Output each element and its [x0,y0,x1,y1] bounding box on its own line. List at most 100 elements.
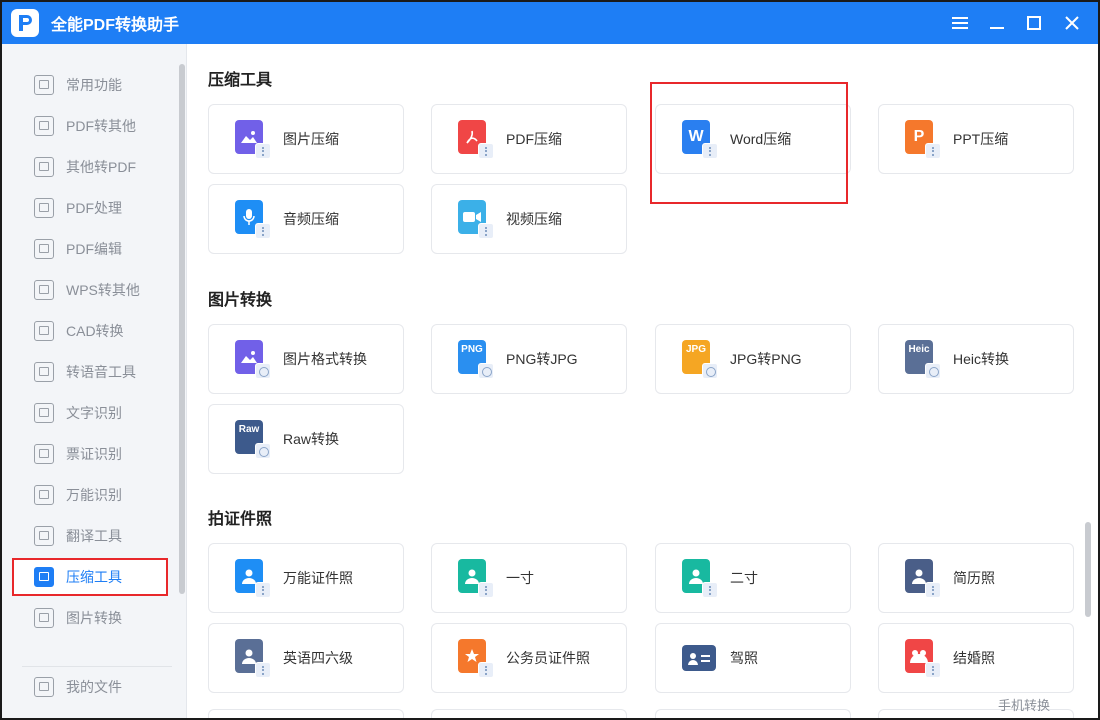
card-partial[interactable] [208,709,404,718]
sidebar-item-translate[interactable]: 翻译工具 [12,517,168,555]
one-inch-icon [458,559,494,598]
sidebar-item-other-to-pdf[interactable]: 其他转PDF [12,148,168,186]
card-label: Raw转换 [283,431,340,447]
card-resume-photo[interactable]: 简历照 [878,543,1074,613]
card-label: 公务员证件照 [506,650,590,666]
civil-servant-icon [458,639,494,678]
sidebar-item-universal-recog[interactable]: 万能识别 [12,476,168,514]
sidebar-item-cad[interactable]: CAD转换 [12,312,168,350]
pdf-compress-icon [458,120,494,159]
raw-icon: Raw [235,420,271,459]
pdf-edit-icon [34,239,54,259]
image-format-icon [235,340,271,379]
mobile-convert-link[interactable]: 手机转换 [998,695,1050,714]
card-civil-servant[interactable]: 公务员证件照 [431,623,627,693]
card-driver-license[interactable]: 驾照 [655,623,851,693]
sidebar-item-label: 常用功能 [66,77,122,93]
sidebar-item-label: 转语音工具 [66,364,136,380]
app-title: 全能PDF转换助手 [51,17,180,34]
audio-compress-icon [235,200,271,239]
image-convert-icon [34,608,54,628]
card-cet[interactable]: 英语四六级 [208,623,404,693]
two-inch-icon [682,559,718,598]
sidebar-item-ticket[interactable]: 票证识别 [12,435,168,473]
main-scrollbar[interactable] [1085,522,1091,617]
card-universal-id-photo[interactable]: 万能证件照 [208,543,404,613]
card-jpg-to-png[interactable]: JPG JPG转PNG [655,324,851,394]
card-audio-compress[interactable]: 音频压缩 [208,184,404,254]
card-one-inch[interactable]: 一寸 [431,543,627,613]
video-compress-icon [458,200,494,239]
card-word-compress[interactable]: W Word压缩 [655,104,851,174]
pdf-process-icon [34,198,54,218]
section-title-id-photo: 拍证件照 [208,511,273,528]
card-label: 一寸 [506,570,534,586]
sidebar-item-label: 翻译工具 [66,528,122,544]
card-pdf-compress[interactable]: PDF压缩 [431,104,627,174]
ppt-compress-icon: P [905,120,941,159]
card-partial[interactable] [431,709,627,718]
card-label: 图片格式转换 [283,351,367,367]
sidebar-item-wps[interactable]: WPS转其他 [12,271,168,309]
section-title-compress: 压缩工具 [208,72,273,89]
card-label: 二寸 [730,570,758,586]
card-label: Heic转换 [953,351,1010,367]
sidebar-item-voice[interactable]: 转语音工具 [12,353,168,391]
sidebar-item-my-files[interactable]: 我的文件 [12,668,168,706]
card-label: 英语四六级 [283,650,353,666]
sidebar-item-ocr[interactable]: 文字识别 [12,394,168,432]
sidebar-item-compress[interactable]: 压缩工具 [12,558,168,596]
sidebar-item-pdf-process[interactable]: PDF处理 [12,189,168,227]
sidebar-item-label: PDF转其他 [66,118,136,134]
ticket-icon [34,444,54,464]
card-two-inch[interactable]: 二寸 [655,543,851,613]
app-logo-icon [11,9,39,37]
card-label: 图片压缩 [283,131,339,147]
card-png-to-jpg[interactable]: PNG PNG转JPG [431,324,627,394]
wedding-photo-icon [905,639,941,678]
card-label: Word压缩 [730,131,792,147]
card-label: 音频压缩 [283,211,339,227]
word-compress-icon: W [682,120,718,159]
sidebar-divider [22,666,172,667]
sidebar-item-label: 万能识别 [66,487,122,503]
card-ppt-compress[interactable]: P PPT压缩 [878,104,1074,174]
cet-icon [235,639,271,678]
app-window: 全能PDF转换助手 常用功能 PDF转其他 其他转PDF PDF处理 PDF编辑… [2,2,1098,718]
main-content: 压缩工具 图片压缩 PDF压缩 W Word压缩 P PPT压缩 音频压缩 视频压缩… [188,44,1098,718]
jpg-icon: JPG [682,340,718,379]
sidebar-item-pdf-edit[interactable]: PDF编辑 [12,230,168,268]
sidebar-item-common[interactable]: 常用功能 [12,66,168,104]
sidebar-item-pdf-to-other[interactable]: PDF转其他 [12,107,168,145]
zip-icon [34,567,54,587]
sidebar-item-label: 票证识别 [66,446,122,462]
close-icon[interactable] [1060,11,1084,35]
card-wedding-photo[interactable]: 结婚照 [878,623,1074,693]
card-label: 结婚照 [953,650,995,666]
sidebar-item-label: PDF处理 [66,200,122,216]
maximize-icon[interactable] [1022,11,1046,35]
card-image-compress[interactable]: 图片压缩 [208,104,404,174]
wps-icon [34,280,54,300]
image-compress-icon [235,120,271,159]
ocr-icon [34,403,54,423]
sidebar-item-label: 文字识别 [66,405,122,421]
sidebar-item-image-convert[interactable]: 图片转换 [12,599,168,637]
pdf-import-icon [34,157,54,177]
card-partial[interactable] [655,709,851,718]
card-heic[interactable]: Heic Heic转换 [878,324,1074,394]
driver-license-icon [682,639,716,677]
translate-icon [34,526,54,546]
menu-icon[interactable] [948,11,972,35]
card-raw[interactable]: Raw Raw转换 [208,404,404,474]
card-label: 万能证件照 [283,570,353,586]
sidebar-item-label: WPS转其他 [66,282,140,298]
card-label: PPT压缩 [953,131,1009,147]
sidebar-item-label: 我的文件 [66,679,122,695]
card-label: 简历照 [953,570,995,586]
minimize-icon[interactable] [985,11,1009,35]
card-image-format[interactable]: 图片格式转换 [208,324,404,394]
sidebar-scrollbar[interactable] [179,64,185,594]
card-label: PDF压缩 [506,131,562,147]
card-video-compress[interactable]: 视频压缩 [431,184,627,254]
